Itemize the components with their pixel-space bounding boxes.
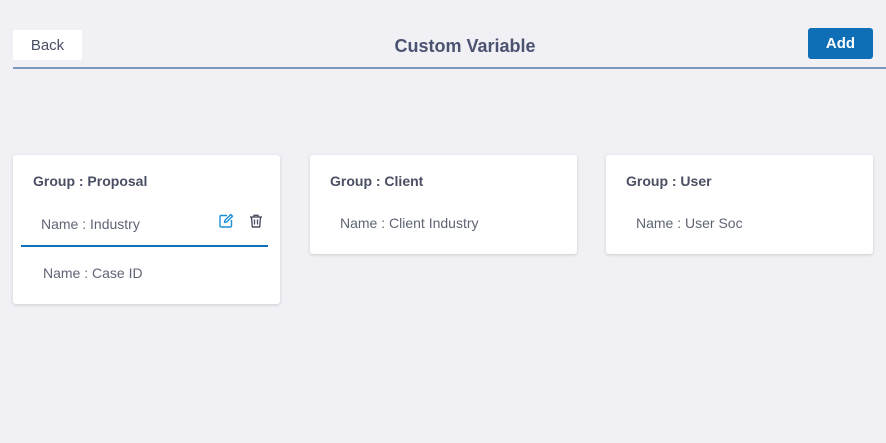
variable-item-label: Name : Industry	[41, 216, 140, 232]
page-title: Custom Variable	[394, 36, 536, 56]
variable-item-client-industry[interactable]: Name : Client Industry	[310, 213, 577, 235]
item-actions	[218, 213, 264, 229]
variable-item-industry[interactable]: Name : Industry	[21, 205, 268, 247]
trash-icon[interactable]	[248, 213, 264, 229]
add-button[interactable]: Add	[808, 28, 873, 59]
variable-item-label: Name : Client Industry	[340, 215, 479, 231]
group-card-proposal: Group : Proposal Name : Industry Name : …	[13, 155, 280, 304]
custom-variable-page: Back Custom Variable Add Group : Proposa…	[0, 0, 886, 443]
group-title: Group : User	[626, 173, 712, 189]
variable-item-case-id[interactable]: Name : Case ID	[13, 263, 280, 285]
header-divider	[13, 67, 886, 69]
variable-item-label: Name : Case ID	[43, 265, 143, 281]
group-title: Group : Client	[330, 173, 424, 189]
group-card-client: Group : Client Name : Client Industry	[310, 155, 577, 254]
group-card-user: Group : User Name : User Soc	[606, 155, 873, 254]
variable-item-label: Name : User Soc	[636, 215, 743, 231]
group-title: Group : Proposal	[33, 173, 148, 189]
edit-icon[interactable]	[218, 213, 234, 229]
variable-item-user-soc[interactable]: Name : User Soc	[606, 213, 873, 235]
